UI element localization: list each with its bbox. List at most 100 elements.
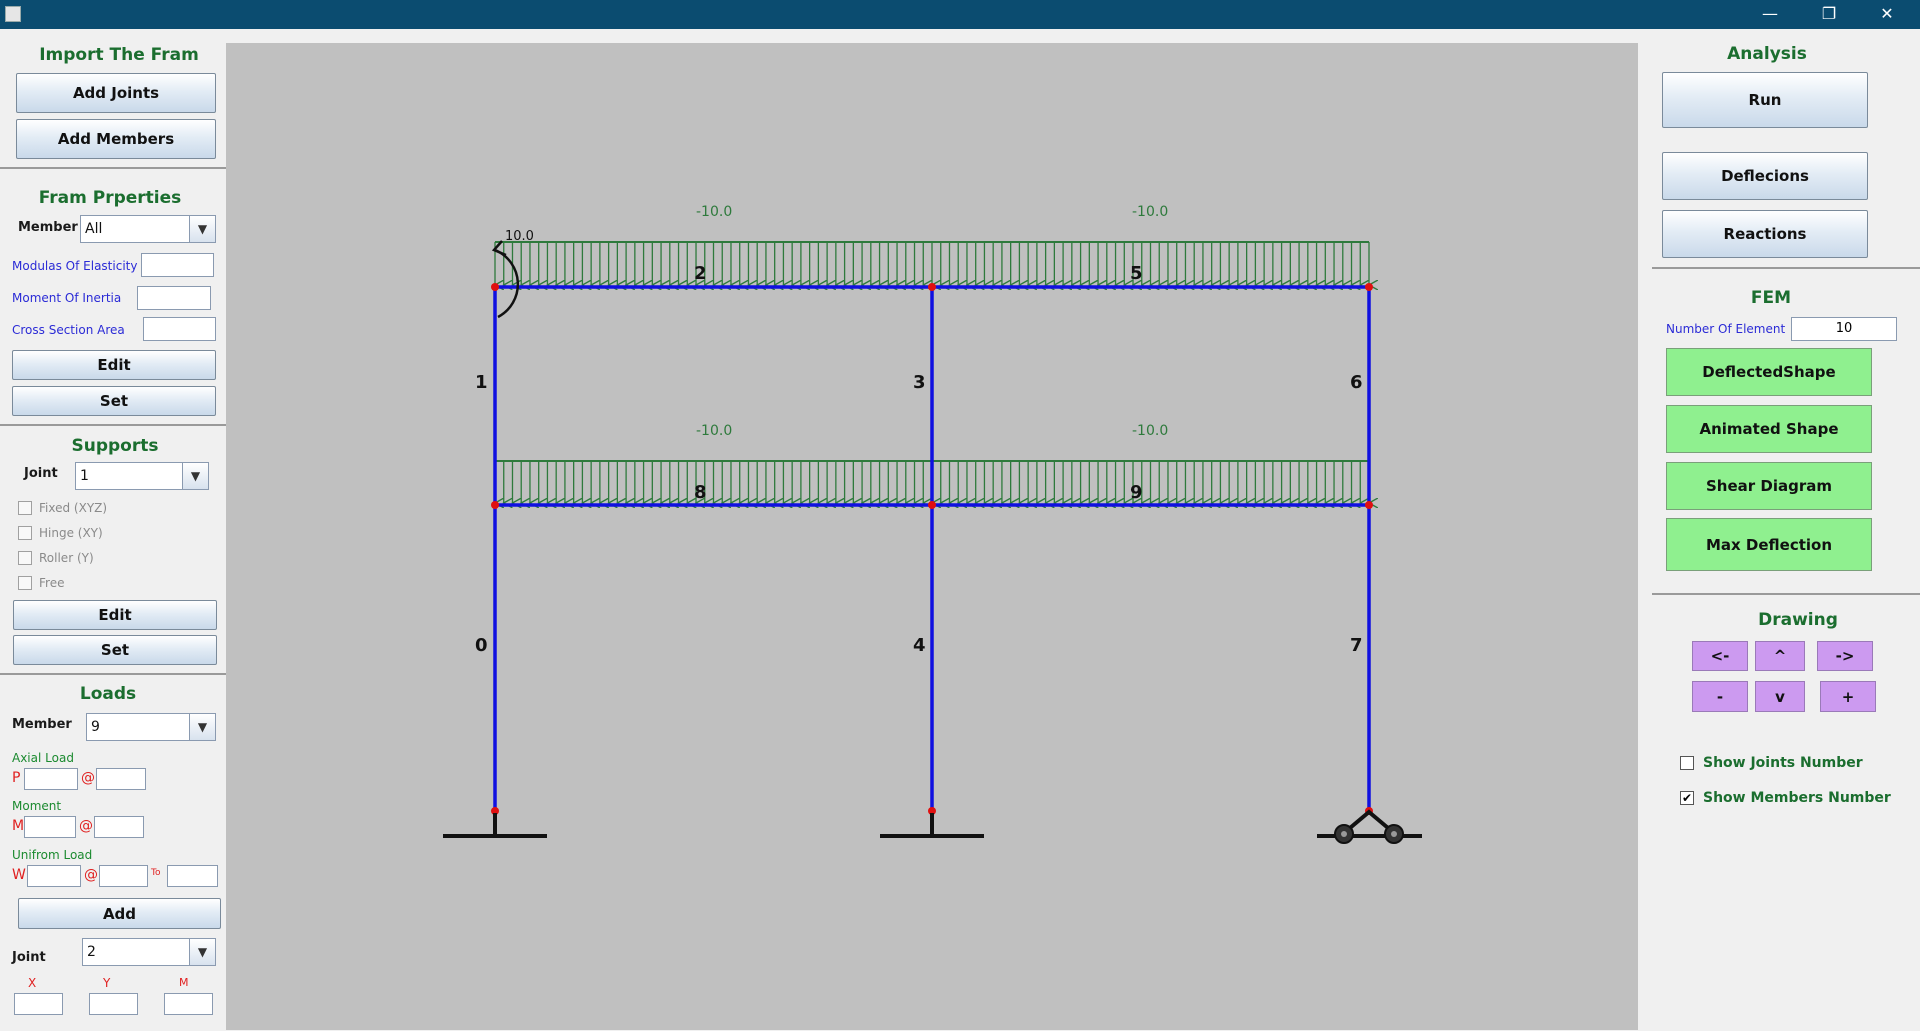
uniform-at-label: @	[84, 867, 98, 883]
member-number: 1	[475, 372, 488, 393]
divider	[0, 424, 226, 426]
elements-input[interactable]: 10	[1791, 317, 1897, 341]
chevron-down-icon[interactable]: ▼	[189, 714, 215, 740]
member-number: 5	[1130, 263, 1143, 284]
chevron-down-icon[interactable]: ▼	[189, 216, 215, 242]
loads-member-value: 9	[91, 719, 100, 735]
drawing-canvas[interactable]: 10.0 -10.0 -10.0 -10.0 -10.0 0 1 2 3 4 5…	[226, 43, 1638, 1030]
properties-set-button[interactable]: Set	[12, 386, 216, 416]
joint-m-input[interactable]	[164, 993, 213, 1015]
supports-edit-button[interactable]: Edit	[13, 600, 217, 630]
member-number: 3	[913, 372, 926, 393]
divider	[0, 167, 226, 169]
moment-value: 10.0	[505, 229, 534, 244]
axial-load-input[interactable]	[24, 768, 78, 790]
fixed-checkbox[interactable]	[18, 501, 32, 515]
joint[interactable]	[928, 501, 936, 509]
java-app-icon	[5, 6, 21, 22]
add-load-button[interactable]: Add	[18, 898, 221, 929]
moment-input[interactable]	[24, 816, 76, 838]
loads-joint-value: 2	[87, 944, 96, 960]
member-number: 4	[913, 635, 926, 656]
shear-diagram-button[interactable]: Shear Diagram	[1666, 462, 1872, 510]
member-select[interactable]: All ▼	[80, 215, 216, 243]
inertia-label: Moment Of Inertia	[12, 291, 122, 305]
run-button[interactable]: Run	[1662, 72, 1868, 128]
uniform-end-input[interactable]	[167, 865, 218, 887]
moment-at-label: @	[79, 818, 93, 834]
roller-label: Roller (Y)	[39, 551, 94, 565]
uniform-to-label: To	[151, 868, 161, 878]
supports-title: Supports	[71, 436, 159, 456]
support-joint-select[interactable]: 1 ▼	[75, 462, 209, 490]
reactions-button[interactable]: Reactions	[1662, 210, 1868, 258]
member-number: 8	[694, 482, 707, 503]
axial-load-label: Axial Load	[12, 751, 74, 765]
joint[interactable]	[1365, 501, 1373, 509]
x-label: X	[28, 976, 37, 990]
max-deflection-button[interactable]: Max Deflection	[1666, 518, 1872, 571]
animated-shape-button[interactable]: Animated Shape	[1666, 405, 1872, 453]
axial-position-input[interactable]	[96, 768, 146, 790]
modulus-input[interactable]	[141, 253, 214, 277]
area-input[interactable]	[143, 317, 216, 341]
elements-label: Number Of Element	[1666, 322, 1786, 336]
show-members-checkbox[interactable]: ✔	[1680, 791, 1694, 805]
zoom-in-button[interactable]: +	[1820, 681, 1876, 712]
restore-button[interactable]: ❐	[1806, 0, 1852, 29]
free-checkbox[interactable]	[18, 576, 32, 590]
minimize-button[interactable]: —	[1747, 0, 1793, 29]
uniform-start-input[interactable]	[99, 865, 148, 887]
inertia-input[interactable]	[137, 286, 211, 310]
joint[interactable]	[1365, 283, 1373, 291]
fem-title: FEM	[1750, 288, 1792, 308]
chevron-down-icon[interactable]: ▼	[182, 463, 208, 489]
y-label: Y	[103, 976, 111, 990]
loads-joint-label: Joint	[12, 950, 46, 965]
member-number: 2	[694, 263, 707, 284]
joint-y-input[interactable]	[89, 993, 138, 1015]
area-label: Cross Section Area	[12, 323, 125, 337]
loads-member-label: Member	[12, 717, 72, 732]
loads-joint-select[interactable]: 2 ▼	[82, 938, 216, 966]
chevron-down-icon[interactable]: ▼	[189, 939, 215, 965]
divider	[1652, 267, 1920, 269]
right-panel: Analysis Run Deflecions Reactions FEM Nu…	[1638, 29, 1920, 1031]
member-label: Member	[18, 220, 78, 235]
uniform-load-label: Unifrom Load	[12, 848, 93, 862]
hinge-checkbox[interactable]	[18, 526, 32, 540]
deflected-shape-button[interactable]: DeflectedShape	[1666, 348, 1872, 396]
zoom-out-button[interactable]: -	[1692, 681, 1748, 712]
divider	[1652, 593, 1920, 595]
close-button[interactable]: ✕	[1864, 0, 1910, 29]
moment-position-input[interactable]	[94, 816, 144, 838]
pan-up-button[interactable]: ^	[1755, 641, 1805, 671]
uniform-load-input[interactable]	[27, 865, 81, 887]
pan-down-button[interactable]: v	[1755, 681, 1805, 712]
properties-edit-button[interactable]: Edit	[12, 350, 216, 380]
pan-left-button[interactable]: <-	[1692, 641, 1748, 671]
moment-label: Moment	[12, 799, 62, 813]
add-members-button[interactable]: Add Members	[16, 119, 216, 159]
joint[interactable]	[928, 283, 936, 291]
joint-x-input[interactable]	[14, 993, 63, 1015]
joint-label: Joint	[24, 466, 58, 481]
roller-checkbox[interactable]	[18, 551, 32, 565]
member-number: 7	[1350, 635, 1363, 656]
show-joints-label: Show Joints Number	[1703, 755, 1863, 771]
axial-p-label: P	[12, 770, 21, 786]
pan-right-button[interactable]: ->	[1817, 641, 1873, 671]
load-value: -10.0	[696, 423, 732, 439]
add-joints-button[interactable]: Add Joints	[16, 73, 216, 113]
supports-set-button[interactable]: Set	[13, 635, 217, 665]
frame-drawing: 10.0 -10.0 -10.0 -10.0 -10.0 0 1 2 3 4 5…	[443, 204, 1422, 844]
frame-members	[493, 285, 1371, 811]
moment-m-label: M	[12, 818, 25, 834]
show-joints-checkbox[interactable]	[1680, 756, 1694, 770]
joint[interactable]	[491, 283, 499, 291]
joint[interactable]	[491, 501, 499, 509]
checkmark-icon: ✔	[1681, 791, 1693, 805]
deflections-button[interactable]: Deflecions	[1662, 152, 1868, 200]
loads-member-select[interactable]: 9 ▼	[86, 713, 216, 741]
load-value: -10.0	[1132, 423, 1168, 439]
